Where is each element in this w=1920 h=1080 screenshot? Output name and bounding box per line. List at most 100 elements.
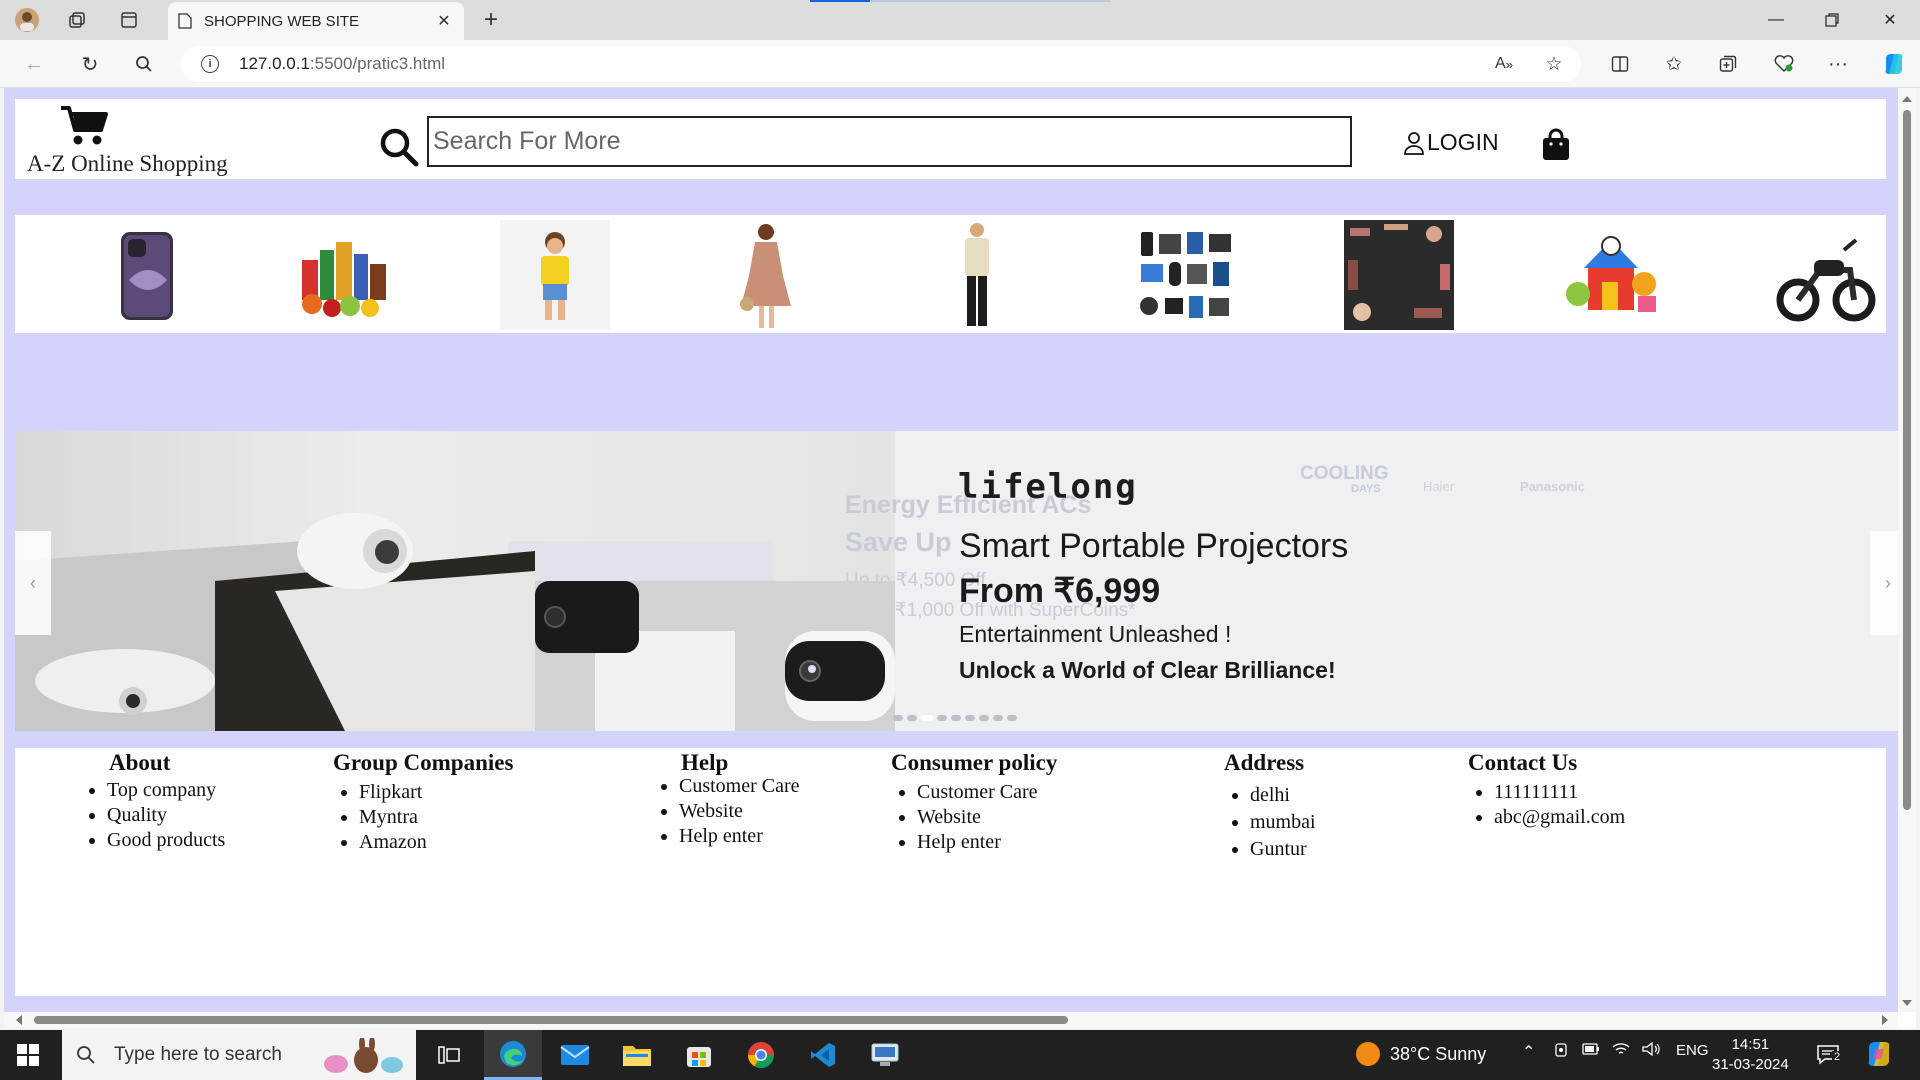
footer-col-consumer-policy: Consumer policy Customer Care Website He…: [891, 750, 1057, 855]
taskbar-clock[interactable]: 14:51 31-03-2024: [1712, 1035, 1789, 1075]
taskbar-mail-icon[interactable]: [546, 1030, 604, 1080]
favorite-star-icon[interactable]: ☆: [1540, 50, 1568, 78]
taskbar-file-explorer-icon[interactable]: [608, 1030, 666, 1080]
footer-heading: About: [109, 750, 171, 775]
category-beauty-image[interactable]: [1344, 220, 1454, 330]
footer-link[interactable]: Website: [679, 799, 800, 824]
tray-meet-now-icon[interactable]: [1554, 1042, 1570, 1063]
tray-battery-icon[interactable]: [1582, 1042, 1600, 1060]
horizontal-scrollbar[interactable]: [4, 1012, 1898, 1028]
loading-indicator-track: [870, 0, 1110, 2]
footer-link[interactable]: Customer Care: [917, 780, 1057, 805]
footer-link[interactable]: Top company: [107, 778, 225, 803]
refresh-icon[interactable]: ↻: [76, 50, 104, 78]
footer-email[interactable]: abc@gmail.com: [1494, 805, 1625, 830]
address-bar[interactable]: i 127.0.0.1:5500/pratic3.html: [181, 46, 1581, 82]
collections-icon[interactable]: [1714, 50, 1742, 78]
tray-volume-icon[interactable]: [1642, 1041, 1660, 1061]
footer-link[interactable]: Website: [917, 805, 1057, 830]
browser-essentials-icon[interactable]: [1770, 50, 1798, 78]
category-electronics-image[interactable]: [1133, 220, 1243, 330]
site-info-icon[interactable]: i: [201, 55, 219, 73]
taskbar-remote-desktop-icon[interactable]: [856, 1030, 914, 1080]
footer-link[interactable]: Help enter: [917, 830, 1057, 855]
user-icon: [1404, 131, 1424, 155]
category-women-image[interactable]: [711, 220, 821, 330]
browser-titlebar: SHOPPING WEB SITE ✕ + — ✕: [0, 0, 1920, 40]
category-mobile-image[interactable]: [93, 220, 203, 330]
tab-close-icon[interactable]: ✕: [434, 11, 454, 31]
footer-col-about: About Top company Quality Good products: [107, 750, 225, 853]
footer-link[interactable]: Amazon: [359, 830, 513, 855]
minimize-icon[interactable]: —: [1748, 0, 1804, 40]
vertical-scroll-thumb[interactable]: [1903, 110, 1911, 810]
carousel-dot[interactable]: [965, 715, 975, 721]
carousel-next-button[interactable]: ›: [1870, 531, 1898, 635]
profile-avatar[interactable]: [14, 7, 40, 33]
footer-link[interactable]: Quality: [107, 803, 225, 828]
notification-center-icon[interactable]: 2: [1816, 1043, 1843, 1067]
search-icon[interactable]: [379, 127, 419, 167]
start-button[interactable]: [0, 1030, 56, 1080]
category-men-image[interactable]: [922, 220, 1032, 330]
scroll-down-icon[interactable]: [1902, 1000, 1912, 1006]
taskbar-vscode-icon[interactable]: [794, 1030, 852, 1080]
back-icon[interactable]: ←: [20, 50, 48, 78]
tab-actions-icon[interactable]: [116, 7, 142, 33]
footer-link[interactable]: Good products: [107, 828, 225, 853]
carousel-dot[interactable]: [1007, 715, 1017, 721]
footer-link[interactable]: Flipkart: [359, 780, 513, 805]
tray-language[interactable]: ENG: [1676, 1042, 1709, 1059]
scroll-left-icon[interactable]: [16, 1015, 22, 1025]
site-header: A-Z Online Shopping LOGIN: [15, 99, 1886, 179]
carousel-prev-button[interactable]: ‹: [15, 531, 51, 635]
taskbar-edge-icon[interactable]: [484, 1030, 542, 1080]
taskbar-store-icon[interactable]: [670, 1030, 728, 1080]
carousel-dot[interactable]: [907, 715, 917, 721]
vertical-scrollbar[interactable]: [1898, 88, 1916, 1012]
shopping-bag-icon[interactable]: [1541, 128, 1571, 162]
category-kids-image[interactable]: [500, 220, 610, 330]
carousel-dot[interactable]: [893, 715, 903, 721]
shopping-cart-icon[interactable]: [59, 105, 109, 147]
more-options-icon[interactable]: ···: [1824, 50, 1852, 78]
login-button[interactable]: LOGIN: [1403, 129, 1499, 156]
footer-col-address: Address delhi mumbai Guntur: [1224, 750, 1316, 863]
read-aloud-icon[interactable]: A»: [1490, 50, 1518, 78]
footer-phone[interactable]: 111111111: [1494, 780, 1625, 805]
favorites-icon[interactable]: ✩: [1660, 50, 1688, 78]
carousel-dot[interactable]: [951, 715, 961, 721]
search-input[interactable]: [427, 116, 1352, 167]
carousel-dot[interactable]: [993, 715, 1003, 721]
taskbar-weather[interactable]: 38°C Sunny: [1356, 1042, 1486, 1066]
category-bikes-image[interactable]: [1770, 220, 1880, 330]
browser-tab[interactable]: SHOPPING WEB SITE ✕: [168, 2, 464, 40]
category-toys-image[interactable]: [1558, 220, 1668, 330]
web-page: A-Z Online Shopping LOGIN: [4, 88, 1898, 1012]
split-screen-icon[interactable]: [1606, 50, 1634, 78]
new-tab-icon[interactable]: +: [478, 6, 504, 33]
copilot-taskbar-icon[interactable]: [1864, 1039, 1894, 1074]
taskbar-search[interactable]: Type here to search: [62, 1030, 416, 1080]
carousel-dot-active[interactable]: [921, 715, 933, 721]
scroll-right-icon[interactable]: [1882, 1015, 1888, 1025]
taskbar-chrome-icon[interactable]: [732, 1030, 790, 1080]
category-grocery-image[interactable]: [288, 220, 398, 330]
footer-link[interactable]: Help enter: [679, 824, 800, 849]
horizontal-scroll-thumb[interactable]: [34, 1016, 1068, 1024]
close-window-icon[interactable]: ✕: [1862, 0, 1918, 40]
footer-text: delhi: [1250, 782, 1316, 809]
carousel-dot[interactable]: [979, 715, 989, 721]
search-page-icon[interactable]: [130, 50, 158, 78]
scroll-up-icon[interactable]: [1902, 96, 1912, 102]
footer-link[interactable]: Myntra: [359, 805, 513, 830]
site-logo-text[interactable]: A-Z Online Shopping: [27, 151, 228, 177]
task-view-icon[interactable]: [420, 1030, 478, 1080]
restore-icon[interactable]: [1804, 0, 1860, 40]
carousel-dot[interactable]: [937, 715, 947, 721]
copilot-icon[interactable]: [1880, 50, 1908, 78]
workspaces-icon[interactable]: [64, 7, 90, 33]
tray-chevron-up-icon[interactable]: ⌃: [1522, 1042, 1535, 1062]
tray-wifi-icon[interactable]: [1612, 1042, 1630, 1061]
footer-link[interactable]: Customer Care: [679, 774, 800, 799]
